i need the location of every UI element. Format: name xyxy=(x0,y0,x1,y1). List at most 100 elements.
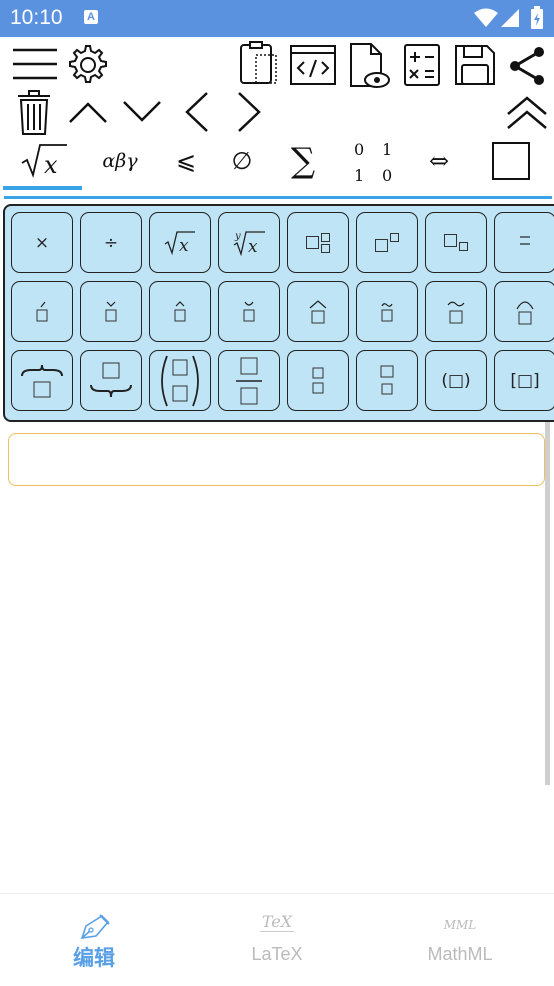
gear-icon xyxy=(69,45,107,83)
breve-accent-icon xyxy=(243,301,255,321)
move-right-button[interactable] xyxy=(234,90,264,134)
svg-text:x: x xyxy=(44,151,58,179)
calculator-button[interactable] xyxy=(400,42,444,88)
save-button[interactable] xyxy=(452,42,498,88)
tab-arrows[interactable]: ⇔ xyxy=(414,133,464,189)
caron-key[interactable] xyxy=(80,281,142,342)
collapse-toolbar-button[interactable] xyxy=(504,94,550,132)
arc-key[interactable] xyxy=(494,281,554,342)
arc-accent-icon xyxy=(516,300,534,324)
move-down-button[interactable] xyxy=(120,96,164,128)
trash-icon xyxy=(18,90,50,135)
status-time: 10:10 xyxy=(10,6,63,29)
tab-greek[interactable]: αβγ xyxy=(90,133,150,189)
hat-accent-icon xyxy=(174,300,186,321)
settings-button[interactable] xyxy=(64,42,112,88)
tex-icon: TeX xyxy=(259,912,295,932)
caron-accent-icon xyxy=(105,301,117,321)
chevron-left-icon xyxy=(185,92,208,132)
stack-key[interactable] xyxy=(287,350,349,411)
chevron-down-icon xyxy=(123,101,161,122)
tilde-key[interactable] xyxy=(356,281,418,342)
acute-key[interactable] xyxy=(11,281,73,342)
hat-key[interactable] xyxy=(149,281,211,342)
mml-icon: MML xyxy=(443,918,477,932)
subscript-key[interactable] xyxy=(425,212,487,273)
sqrt-icon: x xyxy=(164,230,195,256)
active-tab-indicator xyxy=(3,186,82,190)
battery-icon xyxy=(531,6,543,29)
sup-sub-key[interactable] xyxy=(287,212,349,273)
nth-root-key[interactable]: yx xyxy=(218,212,280,273)
tab-relations[interactable]: ⩽ xyxy=(164,133,208,189)
tab-roots[interactable]: x xyxy=(6,133,82,189)
stack-small-icon xyxy=(312,367,324,393)
breve-key[interactable] xyxy=(218,281,280,342)
svg-text:0: 0 xyxy=(382,166,392,185)
fraction-icon xyxy=(236,357,262,404)
share-button[interactable] xyxy=(506,44,548,88)
tab-sets[interactable]: ∅ xyxy=(222,133,262,189)
brackets-key[interactable]: [□] xyxy=(494,350,554,411)
notification-badge-icon: A xyxy=(84,10,98,24)
binomial-key[interactable] xyxy=(149,350,211,411)
overbrace-key[interactable] xyxy=(11,350,73,411)
source-code-button[interactable] xyxy=(288,42,338,88)
svg-text:0: 0 xyxy=(354,140,364,159)
move-left-button[interactable] xyxy=(182,90,212,134)
bar-o-icon xyxy=(520,235,530,245)
status-bar: 10:10 A xyxy=(0,0,554,37)
svg-text:1: 1 xyxy=(382,140,392,159)
svg-text:y: y xyxy=(234,231,241,242)
preview-button[interactable] xyxy=(346,42,392,90)
delete-button[interactable] xyxy=(14,88,54,136)
tab-operators[interactable]: ∑ xyxy=(280,133,326,189)
nth-root-icon: yx xyxy=(233,231,265,257)
superscript-key[interactable] xyxy=(356,212,418,273)
scrollbar[interactable] xyxy=(545,422,550,785)
underbrace-icon xyxy=(90,362,132,397)
stack-large-key[interactable] xyxy=(356,350,418,411)
nav-latex-label: LaTeX xyxy=(251,944,303,964)
menu-button[interactable] xyxy=(10,44,60,84)
symbol-category-tabs: x αβγ ⩽ ∅ ∑ 0110 ⇔ xyxy=(0,133,554,193)
nav-edit-label: 编辑 xyxy=(73,946,115,970)
wifi-icon xyxy=(474,8,498,27)
code-icon xyxy=(290,45,336,85)
sqrt-key[interactable]: x xyxy=(149,212,211,273)
tab-matrix[interactable]: 0110 xyxy=(340,133,400,189)
signal-icon xyxy=(501,9,519,27)
wide-tilde-key[interactable] xyxy=(425,281,487,342)
parentheses-key[interactable]: (□) xyxy=(425,350,487,411)
overbrace-icon xyxy=(21,364,63,397)
nav-latex[interactable]: TeX LaTeX xyxy=(185,894,369,986)
move-up-button[interactable] xyxy=(66,96,110,128)
sqrt-x-icon: x xyxy=(21,144,67,179)
base-square-icon xyxy=(306,236,319,249)
binomial-icon xyxy=(161,355,199,406)
square-icon xyxy=(492,142,530,180)
double-chevron-up-icon xyxy=(507,96,547,129)
bottom-navigation: 编辑 TeX LaTeX MML MathML xyxy=(0,893,554,986)
chevron-right-icon xyxy=(238,92,261,132)
wide-hat-icon xyxy=(309,299,327,323)
share-icon xyxy=(510,47,544,85)
paste-button[interactable] xyxy=(236,40,282,88)
nav-mathml[interactable]: MML MathML xyxy=(368,894,552,986)
nav-edit[interactable]: 编辑 xyxy=(2,894,186,986)
fraction-key[interactable] xyxy=(218,350,280,411)
tilde-accent-icon xyxy=(381,302,393,321)
preview-document-icon xyxy=(350,43,390,88)
nav-mathml-label: MathML xyxy=(427,944,493,964)
formula-input-field[interactable] xyxy=(8,433,545,486)
matrix-icon: 0 11 0 xyxy=(354,140,392,185)
bar-accent-key[interactable] xyxy=(494,212,554,273)
tab-misc[interactable] xyxy=(488,133,534,189)
svg-text:x: x xyxy=(179,236,189,256)
hamburger-icon xyxy=(13,48,57,80)
times-key[interactable]: × xyxy=(11,212,73,273)
wide-hat-key[interactable] xyxy=(287,281,349,342)
underbrace-key[interactable] xyxy=(80,350,142,411)
divide-key[interactable]: ÷ xyxy=(80,212,142,273)
floppy-disk-icon xyxy=(455,45,495,85)
